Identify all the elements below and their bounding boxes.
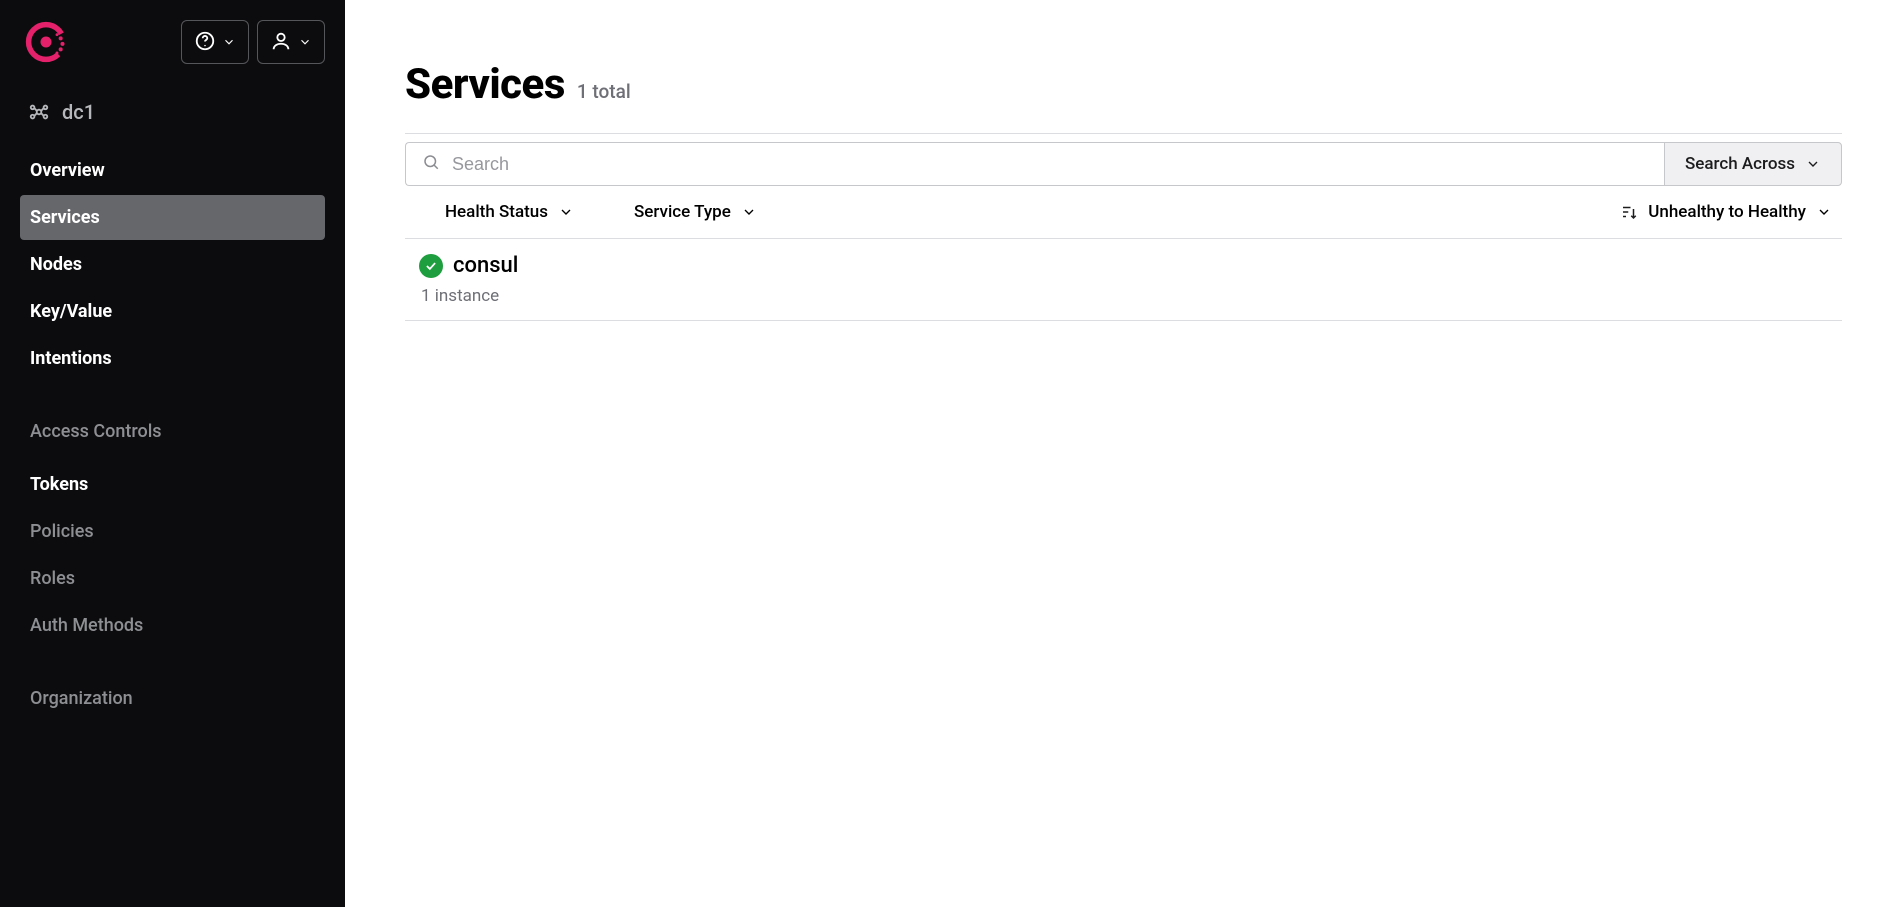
datacenter-name: dc1 <box>62 100 95 124</box>
service-row[interactable]: consul 1 instance <box>405 239 1842 321</box>
search-input[interactable] <box>452 154 1648 175</box>
chevron-down-icon <box>1816 204 1832 220</box>
top-buttons <box>181 20 325 64</box>
page-title: Services <box>405 60 565 109</box>
service-instance-count: 1 instance <box>421 286 1832 306</box>
help-icon <box>194 30 216 55</box>
search-bar: Search Across <box>405 133 1842 186</box>
health-check-passing-icon <box>419 254 443 278</box>
chevron-down-icon <box>1805 156 1821 172</box>
access-nav: Tokens Policies Roles Auth Methods <box>0 450 345 660</box>
sidebar-item-policies[interactable]: Policies <box>20 509 325 554</box>
access-controls-label: Access Controls <box>0 393 345 450</box>
help-menu-button[interactable] <box>181 20 249 64</box>
filter-health-status[interactable]: Health Status <box>445 202 574 222</box>
page-header: Services 1 total <box>405 60 1842 109</box>
search-across-label: Search Across <box>1685 154 1795 174</box>
sidebar-item-overview[interactable]: Overview <box>20 148 325 193</box>
sidebar-item-roles[interactable]: Roles <box>20 556 325 601</box>
chevron-down-icon <box>741 204 757 220</box>
sidebar-item-tokens[interactable]: Tokens <box>20 462 325 507</box>
filter-bar: Health Status Service Type Unhealthy to … <box>405 186 1842 239</box>
sidebar-item-nodes[interactable]: Nodes <box>20 242 325 287</box>
datacenter-selector[interactable]: dc1 <box>0 84 345 136</box>
sidebar: dc1 Overview Services Nodes Key/Value In… <box>0 0 345 907</box>
user-icon <box>270 30 292 55</box>
service-name-line: consul <box>419 253 1832 278</box>
sidebar-item-key-value[interactable]: Key/Value <box>20 289 325 334</box>
sort-icon <box>1620 203 1638 221</box>
main-nav: Overview Services Nodes Key/Value Intent… <box>0 136 345 393</box>
sidebar-item-services[interactable]: Services <box>20 195 325 240</box>
filter-type-label: Service Type <box>634 202 731 222</box>
consul-logo[interactable] <box>24 20 68 64</box>
user-menu-button[interactable] <box>257 20 325 64</box>
cluster-icon <box>28 101 50 123</box>
page-subtitle: 1 total <box>577 80 631 103</box>
sort-label: Unhealthy to Healthy <box>1648 202 1806 222</box>
chevron-down-icon <box>558 204 574 220</box>
organization-label: Organization <box>0 660 345 717</box>
search-box[interactable] <box>405 142 1664 186</box>
filter-service-type[interactable]: Service Type <box>634 202 757 222</box>
sidebar-item-auth-methods[interactable]: Auth Methods <box>20 603 325 648</box>
main-content: Services 1 total Search Across Health St… <box>345 0 1902 907</box>
search-icon <box>422 153 440 175</box>
filter-health-label: Health Status <box>445 202 548 222</box>
sidebar-top <box>0 20 345 84</box>
chevron-down-icon <box>298 35 312 49</box>
sort-selector[interactable]: Unhealthy to Healthy <box>1620 202 1832 222</box>
chevron-down-icon <box>222 35 236 49</box>
search-across-button[interactable]: Search Across <box>1664 142 1842 186</box>
service-name: consul <box>453 253 518 278</box>
sidebar-item-intentions[interactable]: Intentions <box>20 336 325 381</box>
